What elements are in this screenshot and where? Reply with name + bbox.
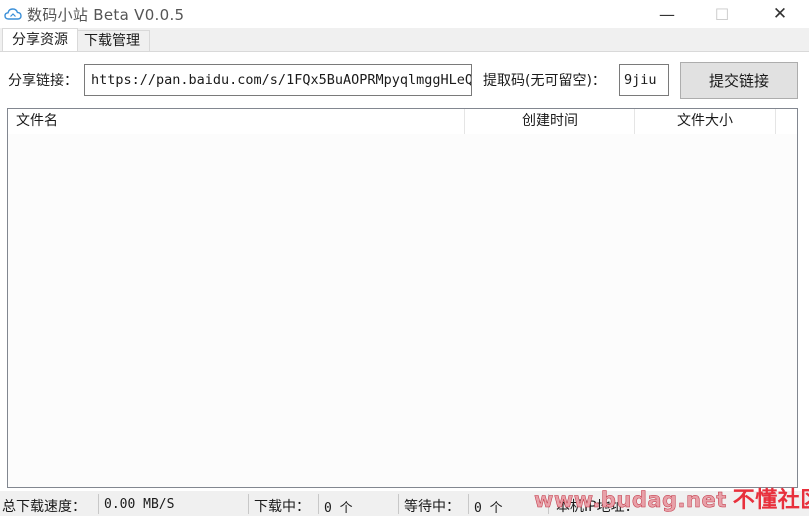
tab-share-resources[interactable]: 分享资源 bbox=[2, 28, 78, 53]
minimize-icon: — bbox=[659, 4, 675, 24]
downloading-label: 下载中： bbox=[254, 499, 310, 515]
window-title: 数码小站 Beta V0.0.5 bbox=[27, 6, 185, 24]
column-header-filename[interactable]: 文件名 bbox=[16, 109, 58, 134]
minimize-button[interactable]: — bbox=[644, 0, 690, 28]
waiting-value: 0 个 bbox=[474, 501, 503, 516]
column-header-file-size[interactable]: 文件大小 bbox=[634, 109, 776, 134]
close-button[interactable]: ✕ bbox=[757, 0, 803, 28]
tab-download-manager[interactable]: 下载管理 bbox=[74, 30, 150, 51]
total-speed-label: 总下载速度： bbox=[2, 499, 86, 515]
maximize-button[interactable]: ☐ bbox=[699, 0, 745, 28]
cloud-icon bbox=[4, 8, 22, 20]
watermark-url: www.budag.net bbox=[534, 488, 727, 513]
file-list[interactable]: 文件名 创建时间 文件大小 bbox=[7, 108, 798, 488]
site-watermark: www.budag.net不懂社区 bbox=[534, 482, 809, 513]
share-link-input[interactable]: https://pan.baidu.com/s/1FQx5BuAOPRMpyql… bbox=[84, 64, 472, 96]
status-divider bbox=[468, 494, 469, 514]
extract-code-label: 提取码(无可留空)： bbox=[483, 73, 606, 89]
watermark-name: 不懂社区 bbox=[732, 488, 809, 513]
submit-link-button[interactable]: 提交链接 bbox=[680, 62, 798, 99]
share-panel: 分享链接： https://pan.baidu.com/s/1FQx5BuAOP… bbox=[0, 51, 809, 492]
close-icon: ✕ bbox=[772, 4, 788, 24]
status-divider bbox=[98, 494, 99, 514]
title-bar: 数码小站 Beta V0.0.5 — ☐ ✕ bbox=[0, 0, 809, 28]
total-speed-value: 0.00 MB/S bbox=[104, 497, 175, 512]
maximize-icon: ☐ bbox=[714, 4, 730, 24]
tab-strip: 下载管理 分享资源 bbox=[0, 28, 809, 53]
extract-code-input[interactable]: 9jiu bbox=[619, 64, 669, 96]
waiting-label: 等待中： bbox=[404, 499, 460, 515]
status-divider bbox=[248, 494, 249, 514]
file-list-header: 文件名 创建时间 文件大小 bbox=[8, 109, 797, 134]
downloading-value: 0 个 bbox=[324, 501, 353, 516]
column-header-created-time[interactable]: 创建时间 bbox=[464, 109, 635, 134]
status-divider bbox=[398, 494, 399, 514]
share-link-label: 分享链接： bbox=[8, 73, 78, 89]
status-divider bbox=[318, 494, 319, 514]
